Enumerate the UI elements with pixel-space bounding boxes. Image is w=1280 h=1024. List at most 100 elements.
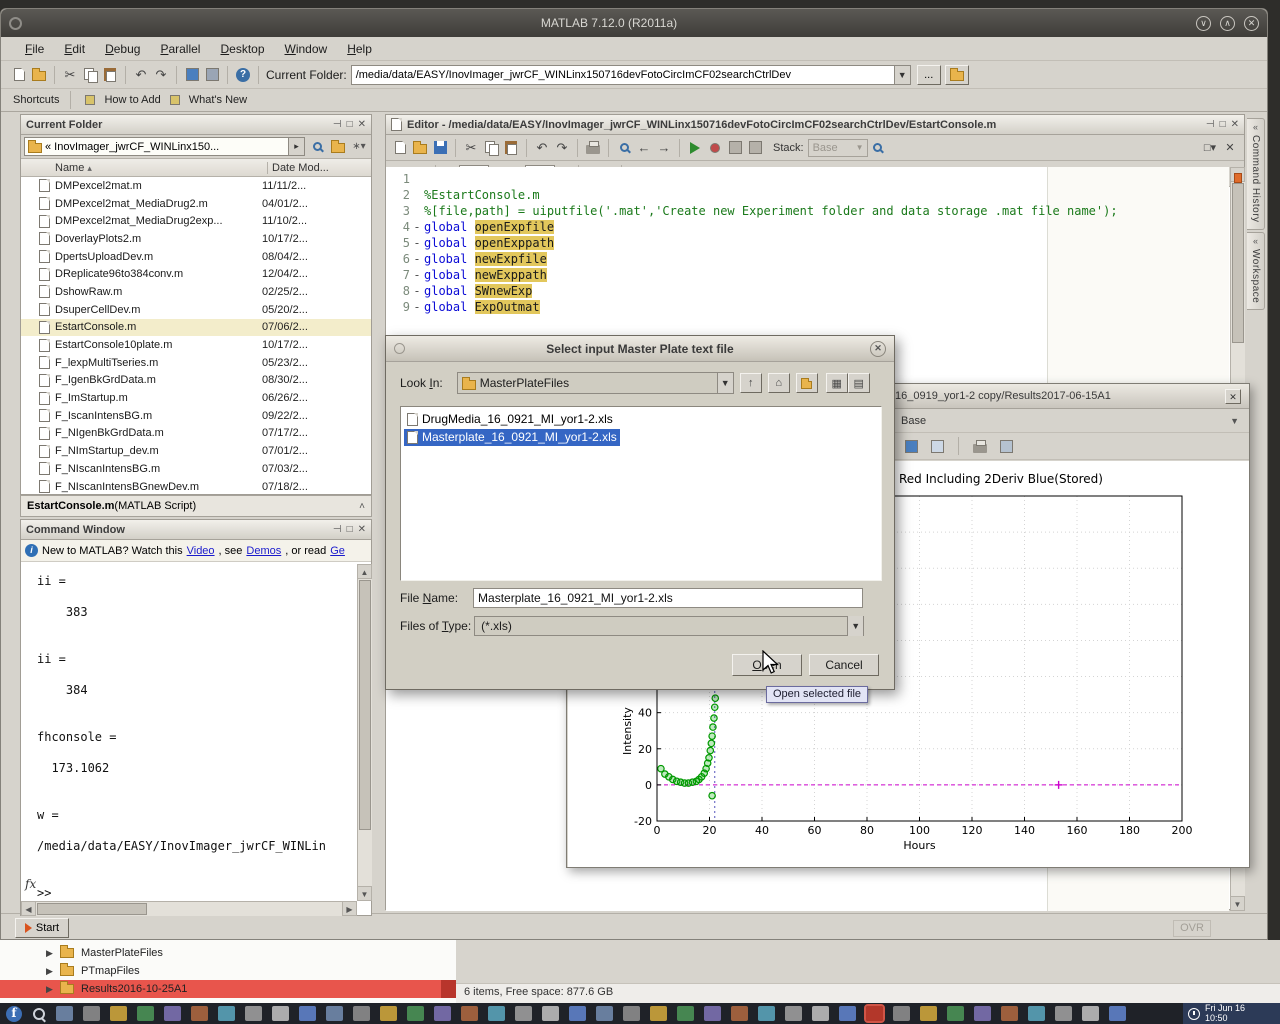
taskbar-icon[interactable] [677,1006,694,1021]
home-icon[interactable]: ⌂ [768,373,790,393]
taskbar-icon[interactable] [434,1006,451,1021]
close-figure-icon[interactable]: ✕ [1225,389,1241,404]
file-row[interactable]: DpertsUploadDev.m08/04/2... [21,248,371,266]
file-row[interactable]: F_IgenBkGrdData.m08/30/2... [21,372,371,390]
chevron-down-icon[interactable]: ▼ [1230,416,1239,426]
column-name[interactable]: Name ▴ [21,162,267,174]
code-line[interactable]: 9-global ExpOutmat [386,299,1118,315]
new-script-icon[interactable] [9,65,29,85]
taskbar-icon[interactable] [542,1006,559,1021]
figure-stack-value[interactable]: Base [901,415,926,427]
split-view-icon[interactable]: □▾ [1202,140,1218,156]
taskbar-icon[interactable] [731,1006,748,1021]
window-menu-icon[interactable] [9,17,22,30]
dialog-file-row[interactable]: Masterplate_16_0921_MI_yor1-2.xls [401,428,881,446]
dialog-file-list[interactable]: DrugMedia_16_0921_MI_yor1-2.xlsMasterpla… [400,406,882,581]
undo-icon[interactable]: ↶ [532,138,552,158]
file-row[interactable]: DMPexcel2mat_MediaDrug2.m04/01/2... [21,195,371,213]
redo-icon[interactable]: ↷ [552,138,572,158]
file-row[interactable]: F_NIscanIntensBG.m07/03/2... [21,460,371,478]
code-line[interactable]: 7-global newExppath [386,267,1118,283]
close-editor-icon[interactable]: ✕ [1222,140,1238,156]
file-row[interactable]: DReplicate96to384conv.m12/04/2... [21,265,371,283]
taskbar-icon-active[interactable] [866,1006,883,1021]
close-panel-icon[interactable]: ✕ [1231,119,1239,130]
command-window-header[interactable]: Command Window ⊣ □ ✕ [21,520,371,540]
breakpoint-dash[interactable] [410,171,424,187]
vertical-scrollbar[interactable]: ▲ ▼ [357,564,372,901]
paste-icon[interactable] [501,138,521,158]
folder-row[interactable]: ▶Results2016-10-25A1 [0,980,456,998]
file-name-input[interactable] [473,588,863,608]
taskbar-icon[interactable] [353,1006,370,1021]
taskbar-icon[interactable] [839,1006,856,1021]
undo-icon[interactable]: ↶ [131,65,151,85]
line-number[interactable]: 9 [386,299,410,315]
cancel-button[interactable]: Cancel [809,654,879,676]
taskbar-icon[interactable] [596,1006,613,1021]
file-row[interactable]: DMPexcel2mat.m11/11/2... [21,177,371,195]
scroll-right-icon[interactable]: ▶ [342,901,357,916]
folder-address-combo[interactable]: « InovImager_jwrCF_WINLinx150... ▸ [24,137,305,156]
scroll-left-icon[interactable]: ◀ [21,901,36,916]
breakpoint-dash[interactable]: - [410,251,424,267]
file-row[interactable]: F_NIgenBkGrdData.m07/17/2... [21,425,371,443]
breakpoint-dash[interactable]: - [410,235,424,251]
dock-icon[interactable]: ⊣ [1206,119,1215,130]
taskbar-search-icon[interactable] [31,1006,47,1022]
up-folder-button[interactable] [945,65,969,85]
line-number[interactable]: 2 [386,187,410,203]
open-file-icon[interactable] [410,138,430,158]
chevron-down-icon[interactable]: ▼ [847,616,863,636]
breakpoint-dash[interactable]: - [410,267,424,283]
taskbar-icon[interactable] [920,1006,937,1021]
breakpoints-icon[interactable] [705,138,725,158]
new-folder-icon[interactable] [796,373,818,393]
taskbar-clock[interactable]: Fri Jun 16 10:50 [1183,1003,1280,1024]
column-date-modified[interactable]: Date Mod... [267,162,371,174]
shortcuts-label[interactable]: Shortcuts [13,94,59,106]
collapse-chevron-icon[interactable]: ˄ [359,501,365,512]
taskbar-icon[interactable] [164,1006,181,1021]
taskbar-icon[interactable] [245,1006,262,1021]
simulink-icon[interactable] [182,65,202,85]
file-row[interactable]: DMPexcel2mat_MediaDrug2exp...11/10/2... [21,212,371,230]
step-icon[interactable] [725,138,745,158]
editor-header[interactable]: Editor - /media/data/EASY/InovImager_jwr… [386,115,1244,135]
dock-icon[interactable]: ⊣ [333,119,342,130]
horizontal-scrollbar[interactable]: ◀ ▶ [21,901,357,916]
file-row[interactable]: F_ImStartup.m06/26/2... [21,389,371,407]
mlint-warning-marker[interactable] [1234,173,1242,183]
scroll-down-icon[interactable]: ▼ [357,886,372,901]
scroll-down-icon[interactable]: ▼ [1230,896,1245,911]
taskbar-icon[interactable] [137,1006,154,1021]
chevron-down-icon[interactable]: ▼ [894,66,910,84]
applications-menu-icon[interactable]: f [6,1006,22,1022]
taskbar-icon[interactable] [1082,1006,1099,1021]
actions-gear-icon[interactable]: ∗▾ [350,138,368,156]
browse-button[interactable]: ... [917,65,941,85]
taskbar-icon[interactable] [110,1006,127,1021]
console-output[interactable]: ii = 383 ii = 384 fhconsole = 173.1062 w… [21,564,357,901]
getting-started-link[interactable]: Ge [330,545,345,557]
figure-grid-icon[interactable] [927,436,947,456]
code-line[interactable]: 2 %EstartConsole.m [386,187,1118,203]
expander-icon[interactable]: ▶ [46,966,56,977]
close-panel-icon[interactable]: ✕ [358,119,366,130]
tab-workspace[interactable]: « Workspace [1247,232,1265,310]
chevron-down-icon[interactable]: ▼ [717,373,733,393]
file-row[interactable]: F_lexpMultiTseries.m05/23/2... [21,354,371,372]
file-type-dropdown[interactable]: (*.xls) ▼ [474,616,864,636]
menu-help[interactable]: Help [337,40,382,58]
stack-dropdown[interactable]: Base ▼ [808,139,868,157]
minimize-button[interactable]: ∨ [1196,16,1211,31]
start-button[interactable]: Start [15,918,69,938]
menu-parallel[interactable]: Parallel [150,40,210,58]
new-file-icon[interactable] [390,138,410,158]
figure-options-icon[interactable] [996,436,1016,456]
scroll-up-icon[interactable]: ▲ [357,564,372,579]
demos-link[interactable]: Demos [246,545,281,557]
line-number[interactable]: 3 [386,203,410,219]
redo-icon[interactable]: ↷ [151,65,171,85]
figure-new-icon[interactable] [901,436,921,456]
